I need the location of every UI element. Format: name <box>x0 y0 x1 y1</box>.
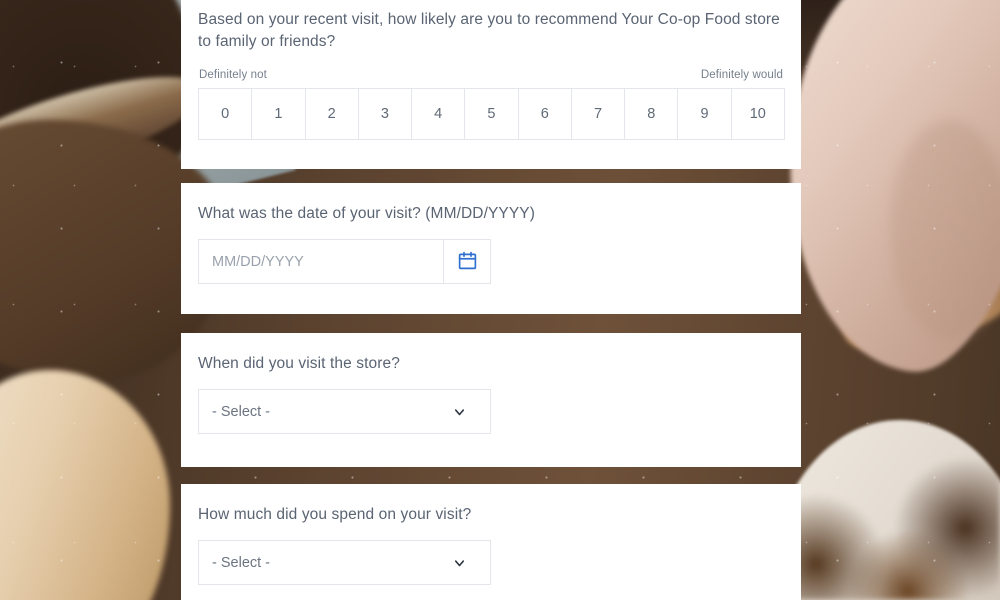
visit-date-card: What was the date of your visit? (MM/DD/… <box>181 183 801 314</box>
nps-option-1[interactable]: 1 <box>252 88 306 139</box>
nps-option-2[interactable]: 2 <box>305 88 359 139</box>
nps-option-3[interactable]: 3 <box>358 88 413 139</box>
nps-option-6[interactable]: 6 <box>518 88 572 139</box>
visit-spend-question-text: How much did you spend on your visit? <box>198 506 472 523</box>
nps-question-card: Based on your recent visit, how likely a… <box>181 0 801 169</box>
visit-date-question-text: What was the date of your visit? (MM/DD/… <box>198 205 535 222</box>
nps-option-7[interactable]: 7 <box>571 88 626 139</box>
visit-spend-select[interactable]: - Select - <box>198 540 491 586</box>
visit-date-input[interactable] <box>198 239 443 285</box>
calendar-icon <box>457 250 478 274</box>
nps-question-text: Based on your recent visit, how likely a… <box>198 11 780 51</box>
nps-option-5[interactable]: 5 <box>465 88 519 139</box>
nps-option-0[interactable]: 0 <box>199 88 253 139</box>
nps-right-endpoint-label: Definitely would <box>700 68 783 81</box>
visit-spend-select-wrapper: - Select - <box>198 540 491 586</box>
nps-scale[interactable]: 0 1 2 3 4 5 6 7 8 9 10 <box>198 87 785 140</box>
calendar-picker-button[interactable] <box>443 239 491 285</box>
visit-date-field-group <box>198 239 491 285</box>
nps-option-4[interactable]: 4 <box>412 88 466 139</box>
visit-time-question-text: When did you visit the store? <box>198 355 400 372</box>
visit-time-select[interactable]: - Select - <box>198 389 491 435</box>
visit-time-card: When did you visit the store? - Select - <box>181 333 801 467</box>
visit-time-select-wrapper: - Select - <box>198 389 491 435</box>
nps-option-8[interactable]: 8 <box>625 88 679 139</box>
nps-endpoint-labels: Definitely not Definitely would <box>198 69 784 81</box>
survey-form: Based on your recent visit, how likely a… <box>181 0 801 600</box>
nps-left-endpoint-label: Definitely not <box>199 68 267 81</box>
visit-spend-card: How much did you spend on your visit? - … <box>181 484 801 600</box>
nps-option-9[interactable]: 9 <box>678 88 732 139</box>
nps-option-10[interactable]: 10 <box>731 88 785 139</box>
